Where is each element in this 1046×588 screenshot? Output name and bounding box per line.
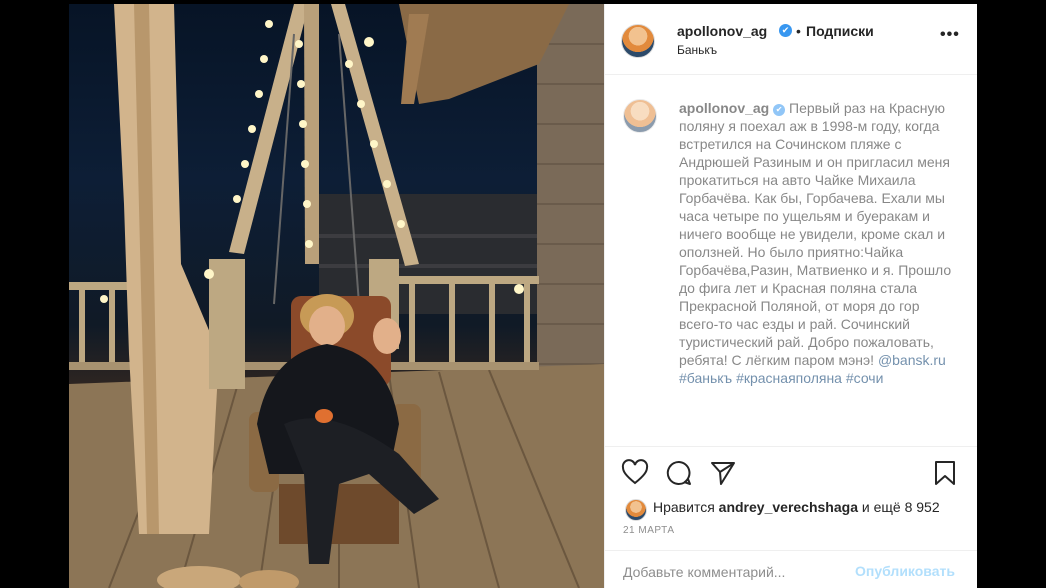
caption-avatar[interactable] [623, 99, 657, 133]
caption-username[interactable]: apollonov_ag [679, 100, 769, 116]
comments-area[interactable]: apollonov_ag ✔ Первый раз на Красную пол… [605, 75, 977, 445]
heart-icon[interactable] [621, 459, 649, 487]
post-date[interactable]: 21 марта [623, 525, 675, 536]
caption-verified-icon: ✔ [773, 104, 786, 116]
share-icon[interactable] [709, 459, 737, 487]
following-button[interactable]: Подписки [806, 23, 874, 39]
caption-hashtag-sochi[interactable]: #сочи [846, 370, 884, 386]
photo-scene [69, 4, 604, 588]
post-middle [209, 259, 245, 389]
post-photo[interactable] [69, 4, 604, 588]
add-comment-bar: Опубликовать [605, 550, 977, 588]
publish-button[interactable]: Опубликовать [855, 563, 955, 579]
more-icon[interactable]: ••• [940, 26, 960, 44]
author-avatar[interactable] [621, 24, 655, 58]
post-sidebar: apollonov_ag ✔ • Подписки Банькъ ••• apo… [604, 4, 977, 588]
caption-hashtag-banskh[interactable]: #банькъ [679, 370, 732, 386]
comment-input[interactable] [621, 561, 855, 583]
post-caption: apollonov_ag ✔ Первый раз на Красную пол… [679, 99, 953, 387]
caption-text: Первый раз на Красную поляну я поехал аж… [679, 100, 952, 368]
likes-summary[interactable]: Нравится andrey_verechshaga и ещё 8 952 [653, 499, 940, 515]
liker-avatar[interactable] [625, 499, 647, 521]
railing [69, 282, 129, 290]
caption-link-mention[interactable]: @bansk.ru [878, 352, 946, 368]
post-modal: apollonov_ag ✔ • Подписки Банькъ ••• apo… [69, 4, 977, 588]
caption-hashtag-krasnayapolyana[interactable]: #краснаяполяна [736, 370, 842, 386]
author-username[interactable]: apollonov_ag [677, 23, 767, 39]
post-location[interactable]: Банькъ [677, 43, 717, 57]
bookmark-icon[interactable] [931, 459, 959, 487]
verified-badge-icon: ✔ [779, 24, 792, 37]
header-separator: • [796, 23, 801, 39]
likes-user[interactable]: andrey_verechshaga [719, 499, 858, 515]
likes-prefix: Нравится [653, 499, 715, 515]
post-header: apollonov_ag ✔ • Подписки Банькъ ••• [605, 4, 977, 75]
comment-icon[interactable] [665, 459, 693, 487]
likes-count[interactable]: и ещё 8 952 [862, 499, 940, 515]
